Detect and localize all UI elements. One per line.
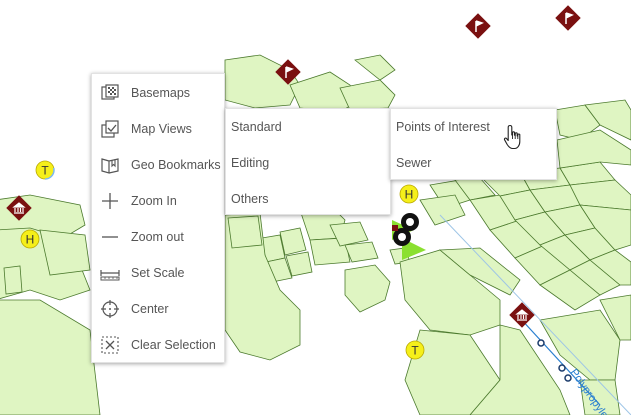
menu-item-map-views[interactable]: Map Views [92,111,224,147]
map-views-submenu: Standard Editing Others [225,108,391,215]
map-views-icon [100,119,120,139]
submenu-item-label: Points of Interest [396,120,490,134]
bookmark-icon [100,155,120,175]
menu-item-center[interactable]: Center [92,291,224,327]
menu-item-set-scale[interactable]: Set Scale [92,255,224,291]
svg-text:T: T [411,344,419,358]
t-marker: T [35,160,55,180]
submenu-item-label: Standard [231,120,282,134]
menu-item-label: Zoom out [131,230,184,244]
submenu-item-label: Sewer [396,156,432,170]
plus-icon [100,191,120,211]
submenu-item-label: Others [231,192,269,206]
museum-marker [509,302,535,328]
t-marker: T [405,340,425,360]
clear-selection-icon [100,335,120,355]
standard-views-submenu: Points of Interest Sewer [390,108,557,180]
map-context-menu: Basemaps Map Views Geo Bookmarks Zoom In… [91,73,225,363]
submenu-item-standard[interactable]: Standard [226,109,390,145]
menu-item-label: Clear Selection [131,338,216,352]
menu-item-basemaps[interactable]: Basemaps [92,75,224,111]
menu-item-label: Set Scale [131,266,185,280]
svg-text:T: T [41,164,49,178]
h-marker: H [399,184,419,204]
svg-text:H: H [26,233,35,247]
flag-marker [465,13,491,39]
menu-item-label: Geo Bookmarks [131,158,221,172]
submenu-item-points-of-interest[interactable]: Points of Interest [391,109,556,145]
submenu-item-label: Editing [231,156,270,170]
svg-text:H: H [405,188,414,202]
h-marker: H [20,229,40,249]
flag-marker [555,5,581,31]
menu-item-clear-selection[interactable]: Clear Selection [92,327,224,363]
menu-item-label: Center [131,302,169,316]
menu-item-geo-bookmarks[interactable]: Geo Bookmarks [92,147,224,183]
ruler-icon [100,263,120,283]
hand-cursor-icon [503,124,521,150]
submenu-item-editing[interactable]: Editing [226,145,390,181]
menu-item-zoom-out[interactable]: Zoom out [92,219,224,255]
basemaps-icon [100,83,120,103]
minus-icon [100,227,120,247]
menu-item-zoom-in[interactable]: Zoom In [92,183,224,219]
crosshair-icon [100,299,120,319]
submenu-item-others[interactable]: Others [226,181,390,217]
submenu-item-sewer[interactable]: Sewer [391,145,556,181]
menu-item-label: Zoom In [131,194,177,208]
menu-item-label: Map Views [131,122,192,136]
menu-item-label: Basemaps [131,86,191,100]
